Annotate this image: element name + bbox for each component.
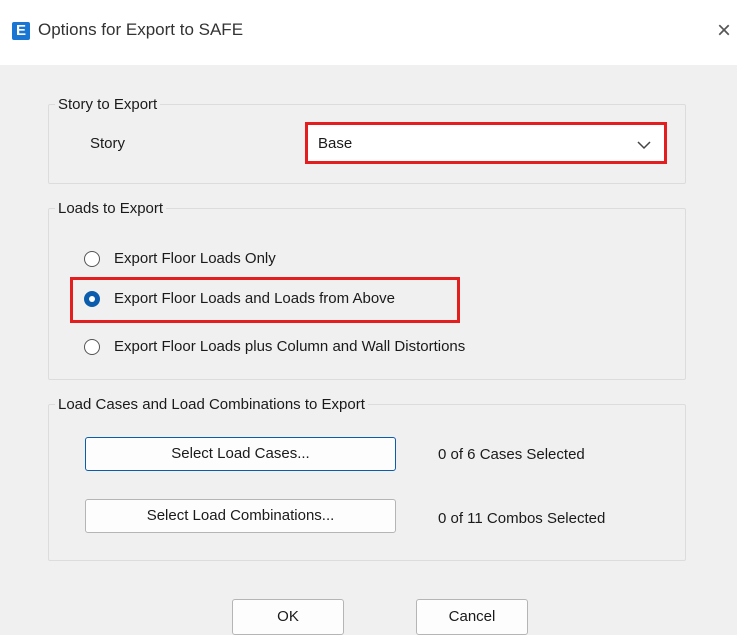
chevron-down-icon — [636, 131, 652, 164]
highlight-annotation-box — [70, 277, 460, 323]
cases-group-legend: Load Cases and Load Combinations to Expo… — [58, 396, 365, 413]
story-label: Story — [90, 135, 126, 152]
select-load-combinations-button[interactable]: Select Load Combinations... — [85, 499, 396, 533]
combos-selected-status: 0 of 11 Combos Selected — [438, 510, 606, 527]
dialog-title: Options for Export to SAFE — [38, 20, 244, 39]
story-group-legend: Story to Export — [58, 96, 158, 113]
app-icon: E — [12, 22, 30, 40]
ok-button[interactable]: OK — [232, 599, 344, 635]
title-bar: E Options for Export to SAFE × — [0, 0, 737, 65]
cancel-button[interactable]: Cancel — [416, 599, 528, 635]
select-load-cases-button[interactable]: Select Load Cases... — [85, 437, 396, 471]
radio-label: Export Floor Loads plus Column and Wall … — [114, 338, 466, 355]
load-cases-combinations-group: Load Cases and Load Combinations to Expo… — [48, 396, 686, 561]
radio-label: Export Floor Loads Only — [114, 250, 276, 267]
close-button[interactable]: × — [712, 17, 736, 45]
dialog-body: Story to Export Story Base Loads to Expo… — [0, 65, 737, 635]
cases-selected-status: 0 of 6 Cases Selected — [438, 446, 585, 463]
story-dropdown[interactable]: Base — [305, 122, 667, 164]
radio-button[interactable] — [84, 339, 100, 355]
loads-group-legend: Loads to Export — [58, 200, 164, 217]
story-dropdown-value: Base — [318, 135, 353, 152]
radio-button[interactable] — [84, 251, 100, 267]
export-options-dialog: E Options for Export to SAFE × Story to … — [0, 0, 737, 635]
